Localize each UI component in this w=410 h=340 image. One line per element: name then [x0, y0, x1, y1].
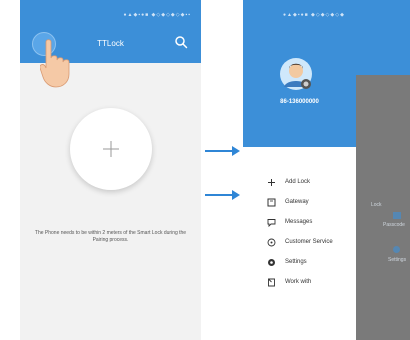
pairing-hint: The Phone needs to be within 2 meters of…	[34, 230, 187, 243]
background-passcode-icon	[393, 212, 401, 219]
username: 86-136000000	[280, 99, 319, 105]
menu-item-settings[interactable]: Settings	[267, 252, 356, 272]
menu-item-label: Settings	[285, 259, 307, 265]
status-bar: ●▲◆▪●■ ◆◇◆◇◆◇◆	[283, 12, 345, 18]
menu-item-label: Customer Service	[285, 239, 333, 245]
menu-item-messages[interactable]: Messages	[267, 212, 356, 232]
work-with-icon	[268, 278, 275, 286]
menu-item-gateway[interactable]: Gateway	[267, 192, 356, 212]
menu-item-customer-service[interactable]: Customer Service	[267, 232, 356, 252]
settings-icon	[268, 258, 275, 266]
search-icon[interactable]	[174, 35, 188, 49]
gateway-icon	[267, 198, 276, 206]
arrow-icon	[205, 190, 240, 200]
menu-item-label: Messages	[285, 219, 313, 225]
background-lock-name: Lock	[371, 202, 382, 208]
menu-item-label: Work with	[285, 279, 312, 285]
plus-icon	[103, 141, 119, 157]
customer-service-icon	[267, 238, 276, 246]
menu-item-add-lock[interactable]: Add Lock	[267, 172, 356, 192]
user-avatar-icon[interactable]	[279, 57, 313, 91]
background-settings-icon	[393, 246, 400, 253]
plus-icon	[268, 178, 275, 186]
side-drawer: ●▲◆▪●■ ◆◇◆◇◆◇◆ 86-136000000 Add Lock Gat…	[243, 0, 356, 340]
main-screen: ●▲◆▪●■ ◆◇◆◇◆◇◆▪▪ TTLock The Phone needs …	[20, 0, 201, 340]
add-lock-button[interactable]	[70, 108, 152, 190]
pointing-finger-icon	[40, 39, 70, 88]
arrow-icon	[205, 146, 240, 156]
background-settings-label: Settings	[388, 257, 407, 263]
background-passcode-label: Passcode	[383, 222, 405, 228]
drawer-menu: Add Lock Gateway Messages Customer Servi…	[267, 172, 356, 292]
menu-item-label: Gateway	[285, 199, 309, 205]
status-bar: ●▲◆▪●■ ◆◇◆◇◆◇◆▪▪	[123, 12, 191, 18]
menu-item-work-with[interactable]: Work with	[267, 272, 356, 292]
menu-item-label: Add Lock	[285, 179, 311, 185]
drawer-header: ●▲◆▪●■ ◆◇◆◇◆◇◆ 86-136000000	[243, 0, 356, 147]
drawer-screen: Lock Passcode Settings ●▲◆▪●■ ◆◇◆◇◆◇◆ 86…	[243, 0, 410, 340]
message-icon	[267, 218, 276, 227]
